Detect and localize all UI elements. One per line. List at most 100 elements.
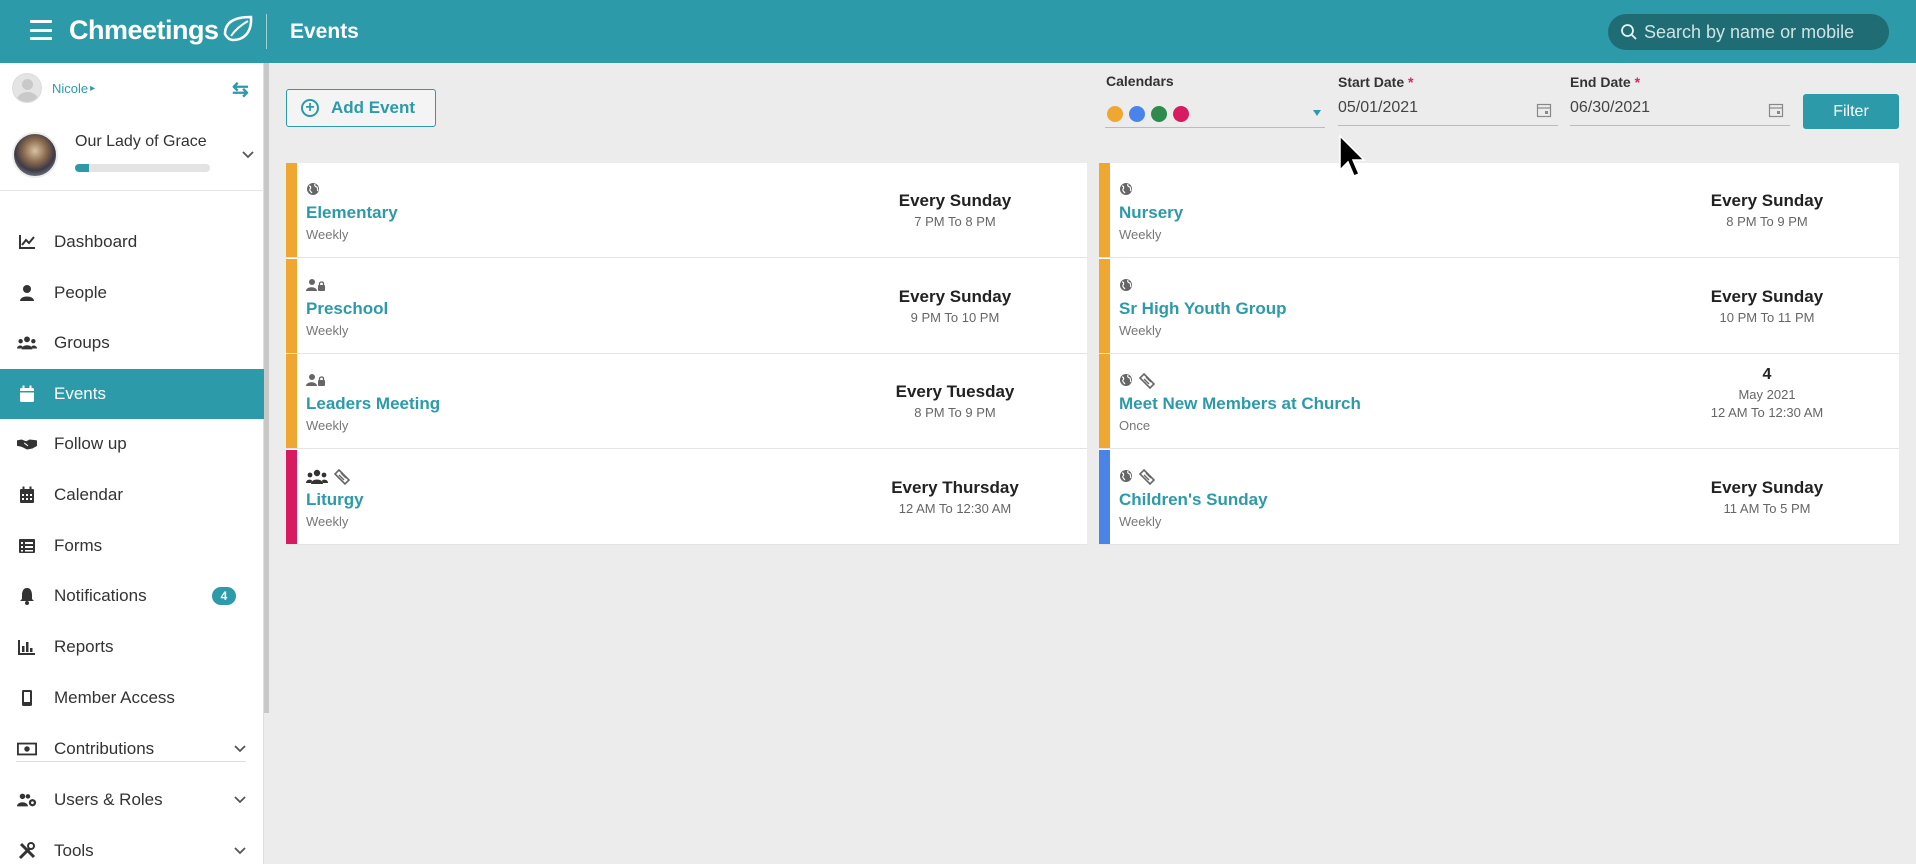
sidebar-item-forms[interactable]: Forms	[0, 521, 264, 571]
start-date-input[interactable]	[1338, 96, 1518, 117]
calendar-color-dot[interactable]	[1173, 106, 1189, 122]
chevron-down-icon	[234, 740, 246, 758]
event-frequency: Weekly	[306, 322, 349, 338]
event-name-link[interactable]: Elementary	[306, 203, 398, 223]
calendar-color-bar	[286, 163, 297, 257]
start-date-label: Start Date *	[1338, 74, 1413, 90]
sidebar-item-label: Reports	[54, 637, 114, 656]
sidebar-item-label: Users & Roles	[54, 790, 163, 809]
sidebar-item-people[interactable]: People	[0, 268, 264, 318]
add-event-button[interactable]: + Add Event	[286, 89, 436, 127]
sidebar-scrollbar[interactable]	[264, 63, 269, 713]
calendar-icon[interactable]	[1536, 102, 1552, 118]
event-day: Every Sunday	[1710, 191, 1824, 210]
chevron-down-icon	[234, 842, 246, 860]
event-time: 12 AM To 12:30 AM	[1710, 405, 1824, 420]
end-date-field[interactable]	[1570, 96, 1790, 126]
globe-icon	[1119, 373, 1133, 394]
sidebar-item-groups[interactable]: Groups	[0, 318, 264, 368]
filter-button[interactable]: Filter	[1803, 94, 1899, 129]
chevron-down-icon[interactable]	[242, 151, 254, 159]
page-title: Events	[290, 20, 359, 43]
end-date-label-text: End Date	[1570, 74, 1631, 90]
events-column-left: Elementary Weekly Every Sunday 7 PM To 8 PM…	[286, 163, 1087, 545]
user-switcher[interactable]: Nicole ▸	[12, 73, 95, 103]
progress-fill	[75, 164, 89, 172]
swap-arrows-icon[interactable]: ⇆	[232, 77, 249, 102]
sidebar-item-calendar[interactable]: Calendar	[0, 470, 264, 520]
sidebar: Nicole ▸ ⇆ Our Lady of Grace Dashboard Pe…	[0, 63, 264, 864]
add-event-label: Add Event	[331, 98, 416, 117]
calendar-color-bar	[1099, 163, 1110, 257]
sidebar-item-label: Dashboard	[54, 232, 138, 251]
calendar-color-dot[interactable]	[1107, 106, 1123, 122]
event-row[interactable]: Preschool Weekly Every Sunday 9 PM To 10 PM	[286, 258, 1087, 354]
calendar-color-bar	[286, 258, 297, 353]
event-row[interactable]: Sr High Youth Group Weekly Every Sunday 10 …	[1099, 258, 1899, 354]
event-day: Every Sunday	[898, 191, 1012, 210]
calendar-icon[interactable]	[1768, 102, 1784, 118]
event-frequency: Weekly	[1119, 227, 1162, 242]
event-month: May 2021	[1738, 387, 1796, 402]
user-name[interactable]: Nicole	[52, 81, 88, 96]
event-schedule: 4 May 2021 12 AM To 12:30 AM	[1667, 366, 1867, 420]
event-row[interactable]: Leaders Meeting Weekly Every Tuesday 8 PM T…	[286, 354, 1087, 449]
search-box[interactable]	[1608, 14, 1889, 50]
event-schedule: Every Tuesday 8 PM To 9 PM	[855, 382, 1055, 420]
event-icons	[1119, 468, 1156, 490]
event-name-link[interactable]: Nursery	[1119, 203, 1183, 223]
event-time: 8 PM To 9 PM	[1726, 214, 1808, 229]
event-name-link[interactable]: Leaders Meeting	[306, 394, 440, 414]
event-row[interactable]: Children's Sunday Weekly Every Sunday 11 AM…	[1099, 449, 1899, 545]
event-row[interactable]: Elementary Weekly Every Sunday 7 PM To 8 PM	[286, 163, 1087, 258]
event-frequency: Weekly	[306, 227, 349, 242]
sidebar-item-reports[interactable]: Reports	[0, 622, 264, 672]
start-date-label-text: Start Date	[1338, 74, 1405, 90]
event-name-link[interactable]: Preschool	[306, 299, 388, 319]
event-day: 4	[1762, 366, 1772, 383]
event-row[interactable]: Meet New Members at Church Once 4 May 2021 1…	[1099, 354, 1899, 449]
event-icons	[1119, 278, 1133, 297]
event-row[interactable]: Nursery Weekly Every Sunday 8 PM To 9 PM	[1099, 163, 1899, 258]
brand-name: Chmeetings	[69, 14, 219, 45]
calendar-grid-icon	[17, 485, 37, 505]
event-icons	[306, 468, 351, 490]
event-day: Every Sunday	[898, 286, 1012, 306]
calendars-select[interactable]	[1105, 100, 1325, 128]
search-icon	[1621, 24, 1637, 40]
sidebar-item-notifications[interactable]: Notifications 4	[0, 571, 264, 621]
event-name-link[interactable]: Sr High Youth Group	[1119, 299, 1286, 319]
end-date-label: End Date *	[1570, 74, 1640, 90]
event-frequency: Weekly	[306, 513, 349, 529]
calendar-color-dot[interactable]	[1151, 106, 1167, 122]
sidebar-item-member-access[interactable]: Member Access	[0, 673, 264, 723]
ticket-icon	[1138, 468, 1156, 490]
sidebar-item-contributions[interactable]: Contributions	[0, 724, 264, 774]
sidebar-item-label: Tools	[54, 841, 94, 860]
event-row[interactable]: Liturgy Weekly Every Thursday 12 AM To 12:3…	[286, 449, 1087, 545]
event-schedule: Every Sunday 9 PM To 10 PM	[855, 287, 1055, 325]
event-name-link[interactable]: Children's Sunday	[1119, 490, 1268, 510]
event-schedule: Every Sunday 8 PM To 9 PM	[1667, 191, 1867, 229]
globe-icon	[1119, 182, 1133, 201]
end-date-input[interactable]	[1570, 96, 1750, 117]
event-name-link[interactable]: Liturgy	[306, 490, 364, 510]
start-date-field[interactable]	[1338, 96, 1558, 126]
sidebar-item-users-roles[interactable]: Users & Roles	[0, 775, 264, 825]
brand-logo[interactable]: Chmeetings	[69, 14, 257, 46]
event-time: 11 AM To 5 PM	[1723, 500, 1811, 516]
hamburger-menu-icon[interactable]	[30, 20, 52, 40]
event-frequency: Weekly	[306, 418, 349, 433]
event-day: Every Sunday	[1710, 286, 1824, 306]
event-name-link[interactable]: Meet New Members at Church	[1119, 394, 1361, 414]
sidebar-item-events[interactable]: Events	[0, 369, 264, 419]
globe-icon	[306, 182, 320, 201]
event-day: Every Tuesday	[895, 382, 1015, 401]
sidebar-item-dashboard[interactable]: Dashboard	[0, 217, 264, 267]
sidebar-item-follow-up[interactable]: Follow up	[0, 419, 264, 469]
mobile-icon	[17, 688, 37, 708]
bell-icon	[17, 586, 37, 606]
calendar-color-dot[interactable]	[1129, 106, 1145, 122]
search-input[interactable]	[1644, 21, 1884, 43]
sidebar-item-tools[interactable]: Tools	[0, 826, 264, 864]
